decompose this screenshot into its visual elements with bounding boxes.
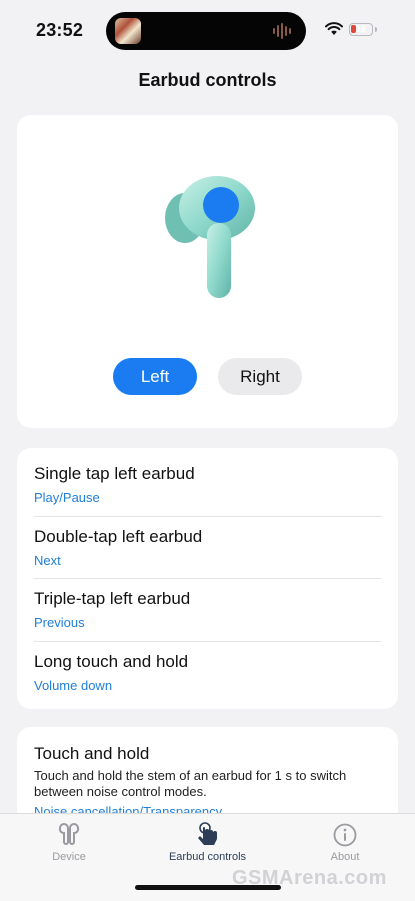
touch-hold-description: Touch and hold the stem of an earbud for… — [34, 768, 347, 799]
audio-waveform-icon — [273, 23, 291, 39]
touch-hold-title: Touch and hold — [34, 744, 150, 763]
row-value: Play/Pause — [34, 490, 100, 505]
status-bar: 23:52 16 — [0, 0, 415, 60]
list-item-single-tap[interactable]: Single tap left earbud Play/Pause — [34, 448, 381, 510]
status-time: 23:52 — [36, 20, 84, 40]
tab-label: Earbud controls — [168, 851, 247, 863]
row-title: Single tap left earbud — [34, 464, 195, 483]
list-item-double-tap[interactable]: Double-tap left earbud Next — [34, 511, 381, 573]
dynamic-island[interactable] — [106, 12, 306, 50]
now-playing-artwork — [115, 18, 141, 44]
list-item-long-touch-hold[interactable]: Long touch and hold Volume down — [34, 636, 381, 698]
row-value: Previous — [34, 615, 85, 630]
tab-label: Device — [52, 851, 86, 863]
battery-level: 16 — [355, 24, 366, 34]
earbuds-icon — [58, 823, 80, 845]
row-value: Volume down — [34, 678, 113, 693]
tab-label: About — [330, 851, 360, 863]
wifi-icon — [325, 22, 343, 35]
tab-device[interactable]: Device — [18, 814, 120, 901]
earbud-preview-card: Left Right — [17, 115, 398, 428]
earbud-illustration — [165, 176, 255, 298]
right-earbud-button[interactable]: Right — [218, 358, 302, 395]
left-earbud-button[interactable]: Left — [113, 358, 197, 395]
info-icon — [333, 823, 357, 847]
row-value: Next — [34, 553, 61, 568]
list-item-triple-tap[interactable]: Triple-tap left earbud Previous — [34, 573, 381, 635]
row-title: Triple-tap left earbud — [34, 589, 191, 608]
page-title: Earbud controls — [138, 70, 277, 90]
touch-area-indicator — [203, 187, 239, 223]
home-indicator[interactable] — [135, 885, 281, 890]
row-title: Long touch and hold — [34, 652, 189, 671]
row-title: Double-tap left earbud — [34, 527, 203, 546]
tap-hand-icon — [197, 822, 217, 845]
gesture-controls-list: Single tap left earbud Play/Pause Double… — [17, 448, 398, 709]
battery-icon: 16 — [349, 23, 373, 36]
